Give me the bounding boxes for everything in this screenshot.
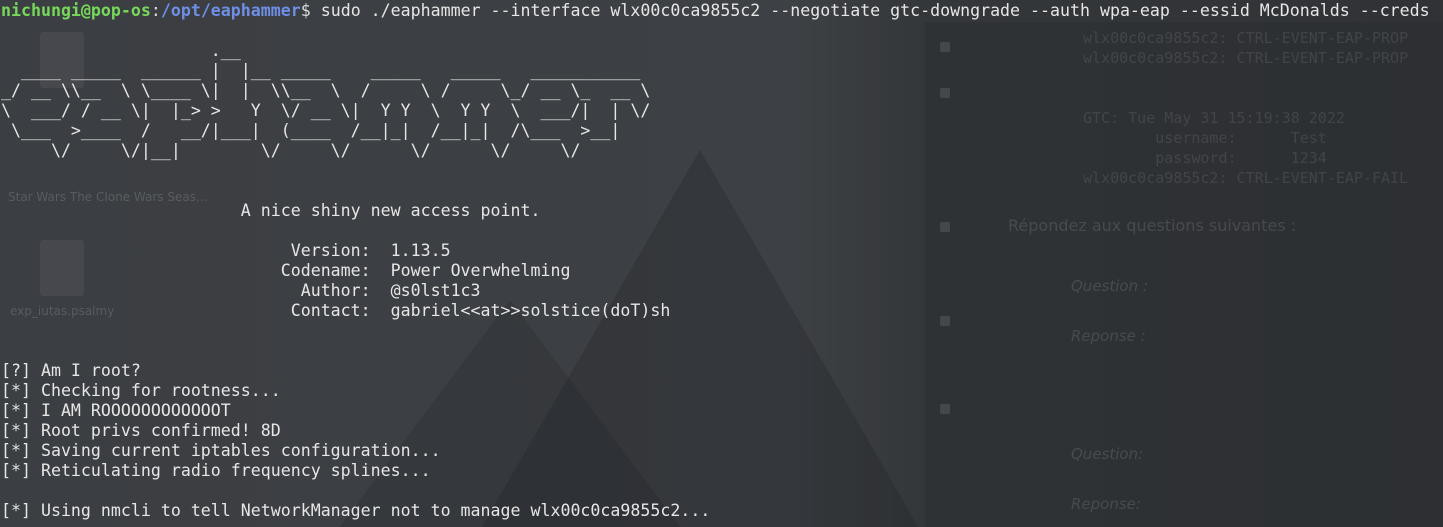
- banner-line: _/ __ \\__ \ \____ \| | \\__ \ / \ / \_/…: [1, 81, 651, 100]
- log-line-nmcli: [*] Using nmcli to tell NetworkManager n…: [1, 501, 711, 520]
- banner-line: \ ___/ / __ \| |_> > Y \/ __ \| Y Y \ Y …: [1, 101, 651, 120]
- banner-line: \/ \/|__| \/ \/ \/ \/ \/: [1, 141, 581, 160]
- log-line: [?] Am I root?: [1, 361, 141, 380]
- log-line: [*] Saving current iptables configuratio…: [1, 441, 441, 460]
- prompt-colon: :: [150, 1, 161, 20]
- banner-line: \___ >____ / __/|___| (____ /__|_| /__|_…: [1, 121, 621, 140]
- author-line: Author: @s0lst1c3: [1, 281, 481, 300]
- log-line: [*] I AM ROOOOOOOOOOOOT: [1, 401, 231, 420]
- prompt-path: /opt/eaphammer: [160, 1, 301, 20]
- banner-tagline: A nice shiny new access point.: [1, 201, 541, 220]
- log-line: [*] Reticulating radio frequency splines…: [1, 461, 431, 480]
- prompt-user-host: nichungi@pop-os: [1, 1, 151, 20]
- contact-line: Contact: gabriel<<at>>solstice(doT)sh: [1, 301, 671, 320]
- terminal-output[interactable]: nichungi@pop-os:/opt/eaphammer$ sudo ./e…: [1, 1, 1443, 521]
- command-text: sudo ./eaphammer --interface wlx00c0ca98…: [320, 1, 1430, 20]
- codename-line: Codename: Power Overwhelming: [1, 261, 571, 280]
- prompt-symbol: $: [300, 1, 321, 20]
- banner-line: ____ _____ ______ | |__ _____ _____ ____…: [1, 61, 641, 80]
- command-prompt-line: nichungi@pop-os:/opt/eaphammer$ sudo ./e…: [1, 1, 1443, 21]
- terminal-window[interactable]: Star Wars The Clone Wars Seas... exp_iut…: [0, 0, 1443, 527]
- log-line: [*] Checking for rootness...: [1, 381, 281, 400]
- version-line: Version: 1.13.5: [1, 241, 451, 260]
- log-line: [*] Root privs confirmed! 8D: [1, 421, 281, 440]
- banner-line: .__: [1, 41, 241, 60]
